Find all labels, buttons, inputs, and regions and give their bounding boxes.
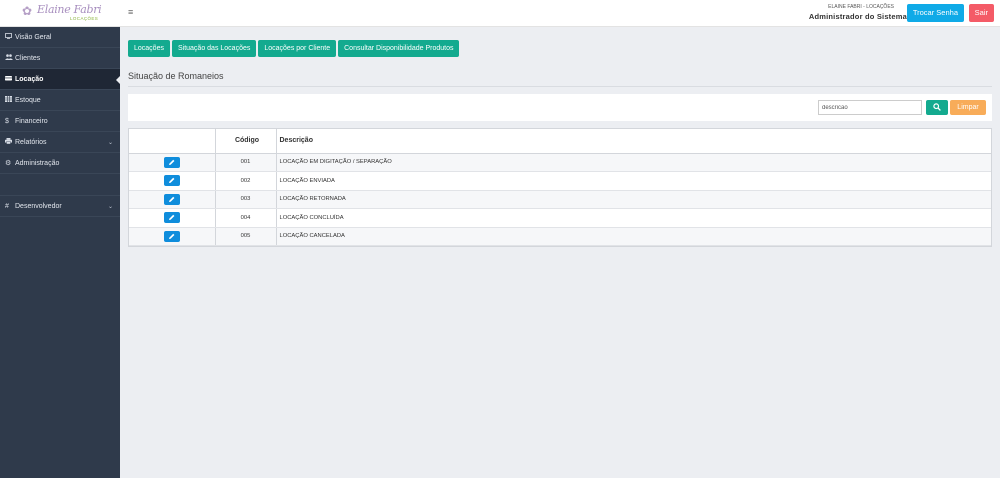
users-icon <box>5 54 15 62</box>
column-header-actions <box>129 129 216 154</box>
search-input[interactable] <box>818 100 922 115</box>
chevron-down-icon: ⌄ <box>107 140 113 146</box>
logo-flower-icon: ✿ <box>22 4 33 18</box>
company-name: ELAINE FABRI - LOCAÇÕES <box>828 4 894 10</box>
sidebar-item-label: Administração <box>15 159 60 167</box>
cell-description: LOCAÇÃO ENVIADA <box>276 171 991 191</box>
cell-description: LOCAÇÃO RETORNADA <box>276 190 991 209</box>
sidebar: ✿ Elaine Fabri LOCAÇÕES Visão Geral Clie… <box>0 0 120 478</box>
sidebar-item-financeiro[interactable]: $ Financeiro <box>0 111 120 132</box>
tab-locacoes-por-cliente[interactable]: Locações por Cliente <box>258 40 337 57</box>
table-row: 005 LOCAÇÃO CANCELADA <box>129 227 991 246</box>
column-header-descricao[interactable]: Descrição <box>276 129 991 154</box>
edit-button[interactable] <box>163 193 180 205</box>
row-actions <box>129 208 216 228</box>
cell-code: 004 <box>215 208 277 228</box>
sidebar-item-desenvolvedor[interactable]: # Desenvolvedor ⌄ <box>0 196 120 217</box>
row-actions <box>129 171 216 191</box>
tab-situacao-locacoes[interactable]: Situação das Locações <box>171 40 257 57</box>
logout-button[interactable]: Sair <box>968 4 994 22</box>
page-title: Situação de Romaneios <box>128 71 224 81</box>
search-icon <box>933 103 941 111</box>
row-actions <box>129 153 216 172</box>
column-header-codigo[interactable]: Código <box>215 129 277 154</box>
top-header: ≡ ELAINE FABRI - LOCAÇÕES Administrador … <box>120 0 1000 27</box>
main-content: Locações Situação das Locações Locações … <box>120 27 1000 478</box>
table-row: 002 LOCAÇÃO ENVIADA <box>129 171 991 191</box>
pencil-icon <box>168 178 175 184</box>
change-password-button[interactable]: Trocar Senha <box>906 4 964 22</box>
sidebar-item-label: Estoque <box>15 96 41 104</box>
cell-description: LOCAÇÃO CONCLUÍDA <box>276 208 991 228</box>
cell-code: 005 <box>215 227 277 246</box>
grid-icon <box>5 96 15 104</box>
table-header-row: Código Descrição <box>129 129 991 154</box>
cell-code: 001 <box>215 153 277 172</box>
gear-icon: ⚙ <box>5 160 12 167</box>
hamburger-icon[interactable]: ≡ <box>128 7 133 17</box>
table-row: 004 LOCAÇÃO CONCLUÍDA <box>129 208 991 228</box>
sidebar-item-relatorios[interactable]: Relatórios ⌄ <box>0 132 120 153</box>
clear-button[interactable]: Limpar <box>950 100 986 115</box>
section-tabs: Locações Situação das Locações Locações … <box>128 40 460 57</box>
pencil-icon <box>168 196 175 202</box>
print-icon <box>5 138 15 146</box>
sidebar-item-label: Relatórios <box>15 138 47 146</box>
tab-locacoes[interactable]: Locações <box>128 40 170 57</box>
tab-consultar-disponibilidade[interactable]: Consultar Disponibilidade Produtos <box>338 40 460 57</box>
cell-description: LOCAÇÃO CANCELADA <box>276 227 991 246</box>
search-button[interactable] <box>926 100 948 115</box>
monitor-icon <box>5 33 15 41</box>
logo-text: Elaine Fabri <box>37 3 102 16</box>
chevron-down-icon: ⌄ <box>107 204 113 210</box>
sidebar-item-locacao[interactable]: Locação <box>0 69 120 90</box>
sidebar-item-label: Desenvolvedor <box>15 202 62 210</box>
sidebar-item-label: Clientes <box>15 54 41 62</box>
pencil-icon <box>168 215 175 221</box>
cell-code: 002 <box>215 171 277 191</box>
sidebar-item-label: Financeiro <box>15 117 48 125</box>
sidebar-item-label: Visão Geral <box>15 33 52 41</box>
table-row: 001 LOCAÇÃO EM DIGITAÇÃO / SEPARAÇÃO <box>129 153 991 172</box>
sidebar-item-visao-geral[interactable]: Visão Geral <box>0 27 120 48</box>
brand-logo[interactable]: ✿ Elaine Fabri LOCAÇÕES <box>0 0 120 27</box>
sidebar-spacer <box>0 174 120 196</box>
edit-button[interactable] <box>163 212 180 224</box>
table-row: 003 LOCAÇÃO RETORNADA <box>129 190 991 209</box>
hash-icon: # <box>5 202 9 210</box>
row-actions <box>129 227 216 246</box>
sidebar-item-administracao[interactable]: ⚙ Administração <box>0 153 120 174</box>
sidebar-item-label: Locação <box>15 75 44 83</box>
cell-code: 003 <box>215 190 277 209</box>
edit-button[interactable] <box>163 230 180 242</box>
box-icon <box>5 75 15 83</box>
status-table: Código Descrição 001 LOCAÇÃO EM DIGITAÇÃ… <box>128 128 992 247</box>
edit-button[interactable] <box>163 175 180 187</box>
filter-panel: Limpar <box>128 94 992 121</box>
pencil-icon <box>168 159 175 165</box>
sidebar-item-clientes[interactable]: Clientes <box>0 48 120 69</box>
edit-button[interactable] <box>163 156 180 168</box>
row-actions <box>129 190 216 209</box>
divider <box>128 86 992 87</box>
logo-subtitle: LOCAÇÕES <box>70 16 99 21</box>
pencil-icon <box>168 233 175 239</box>
user-role: Administrador do Sistema <box>808 12 907 21</box>
cell-description: LOCAÇÃO EM DIGITAÇÃO / SEPARAÇÃO <box>276 153 991 172</box>
dollar-icon: $ <box>5 117 9 125</box>
sidebar-item-estoque[interactable]: Estoque <box>0 90 120 111</box>
